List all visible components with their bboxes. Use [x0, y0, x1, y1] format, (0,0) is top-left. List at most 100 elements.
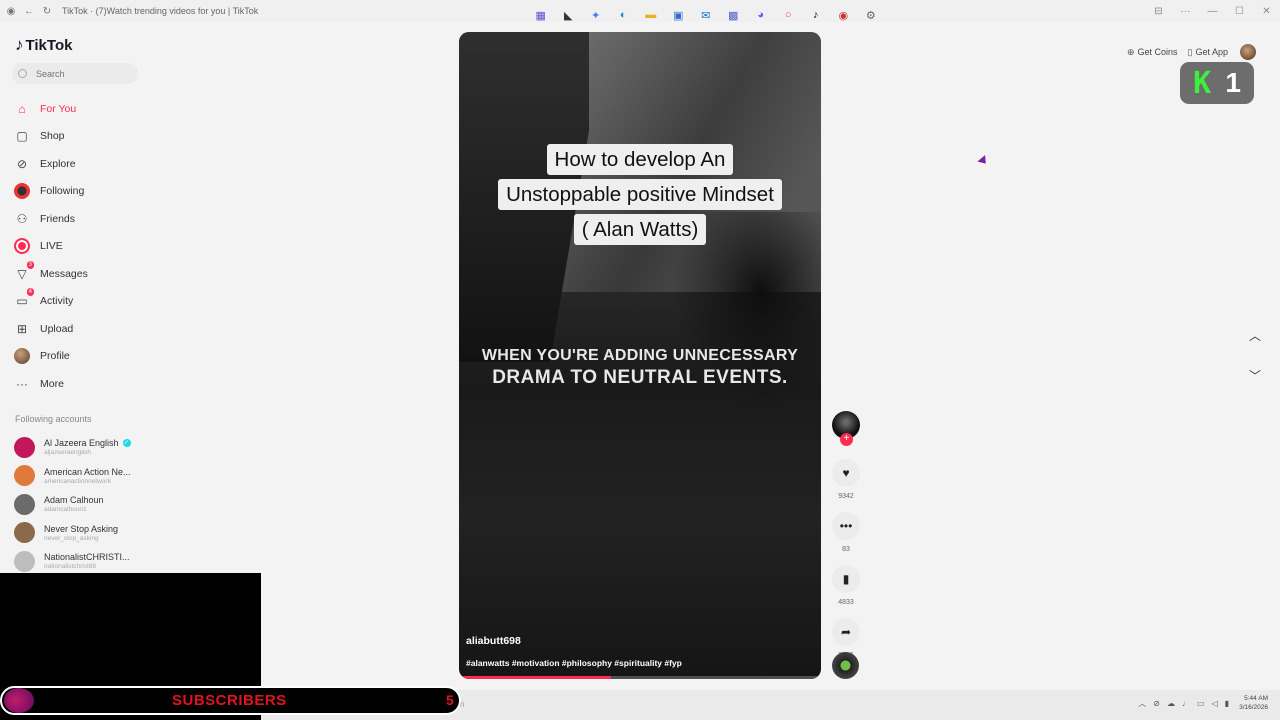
phone-icon: ▯ [1187, 46, 1193, 57]
get-app-button[interactable]: ▯ Get App [1188, 47, 1228, 58]
shop-bag-icon: ▢ [16, 129, 28, 144]
channel-logo-icon [4, 688, 34, 713]
account-item[interactable]: Never Stop Asking never_stop_asking [14, 519, 131, 548]
sidebar-item-messages[interactable]: ▽ 3 Messages [14, 260, 214, 288]
opera-icon[interactable]: ○ [775, 6, 803, 24]
next-video-chevron-down-icon[interactable]: ﹀ [1248, 369, 1262, 383]
account-handle: aljazeeraenglish [44, 449, 91, 457]
account-handle: americanactionnetwork [44, 477, 111, 485]
chrome-icon[interactable]: ◉ [830, 6, 858, 24]
search-input[interactable] [36, 68, 126, 79]
account-item[interactable]: NationalistCHRISTI... nationalistchrist8… [14, 547, 131, 576]
volume-icon[interactable]: ◁ [1212, 699, 1218, 708]
creator-avatar[interactable]: + [832, 411, 860, 446]
previous-video-chevron-up-icon[interactable]: ︿ [1248, 329, 1262, 343]
k-letter: K [1193, 65, 1212, 101]
account-avatar [14, 465, 35, 487]
account-avatar [14, 493, 35, 515]
get-coins-label: Get Coins [1137, 47, 1178, 57]
heart-icon[interactable]: ♥ [832, 459, 860, 487]
microphone-icon[interactable]: ♩ [1182, 699, 1190, 708]
following-avatar-icon [14, 183, 30, 200]
maximize-icon[interactable]: ☐ [1226, 6, 1253, 17]
sidebar-item-for-you[interactable]: ⌂ For You [14, 95, 214, 123]
get-app-label: Get App [1195, 47, 1228, 57]
bookmark-icon[interactable]: ▮ [832, 565, 860, 593]
copilot-icon[interactable]: ✦ [582, 6, 610, 24]
sidebar-item-explore[interactable]: ⊘ Explore [14, 150, 214, 178]
caption-line: DRAMA TO NEUTRAL EVENTS. [492, 367, 788, 388]
account-item[interactable]: American Action Ne... americanactionnetw… [14, 462, 131, 491]
browser-menu-icon[interactable]: ··· [1172, 6, 1199, 17]
tray-app-icon[interactable]: ⊘ [1153, 699, 1160, 708]
sidebar-item-label: Friends [40, 212, 76, 225]
browser-tab-title: TikTok · (7)Watch trending videos for yo… [62, 6, 259, 16]
following-accounts-heading: Following accounts [15, 414, 92, 424]
share-arrow-icon[interactable]: ➦ [832, 618, 860, 646]
mouse-cursor-icon [977, 155, 990, 167]
messages-icon: ▽ 3 [17, 260, 34, 281]
sidebar-item-shop[interactable]: ▢ Shop [14, 123, 214, 151]
music-disc-icon[interactable] [832, 652, 859, 679]
activity-badge: 4 [26, 288, 34, 297]
reload-icon[interactable]: ↻ [40, 4, 54, 18]
display-icon[interactable]: ▭ [1197, 699, 1205, 708]
chevron-up-icon[interactable]: ︿ [1138, 698, 1146, 709]
caption-line: WHEN YOU'RE ADDING UNNECESSARY [481, 347, 799, 364]
settings-gear-icon[interactable]: ⚙ [857, 6, 885, 24]
sidebar-item-profile[interactable]: Profile [14, 343, 214, 371]
account-item[interactable]: Adam Calhoun adamcalhoun1 [14, 490, 131, 519]
battery-icon[interactable]: ▮ [1225, 699, 1229, 708]
app-install-icon[interactable]: ⊟ [1145, 6, 1172, 17]
taskbar-clock[interactable]: 5:44 AM 3/16/2026 [1239, 694, 1268, 712]
discord-icon[interactable]: ◕ [747, 6, 775, 24]
task-view-icon[interactable]: ▦ [527, 6, 555, 24]
activity-icon: ▭ 4 [16, 288, 34, 309]
file-explorer-icon[interactable]: ▬ [637, 6, 665, 24]
sidebar-item-live[interactable]: LIVE [14, 233, 214, 261]
search-icon [18, 69, 27, 78]
close-icon[interactable]: ✕ [1253, 6, 1280, 17]
upload-icon: ⊞ [16, 321, 28, 336]
save-action: ▮ 4833 [832, 565, 860, 606]
follow-plus-icon[interactable]: + [840, 433, 853, 446]
sidebar-item-activity[interactable]: ▭ 4 Activity [14, 288, 214, 316]
search-box[interactable] [12, 63, 138, 84]
sidebar-item-label: Profile [40, 350, 70, 363]
onedrive-icon[interactable]: ☁ [1167, 699, 1175, 708]
sidebar-nav: ⌂ For You ▢ Shop ⊘ Explore Following ⚇ F… [14, 95, 214, 398]
sidebar-item-friends[interactable]: ⚇ Friends [14, 205, 214, 233]
video-player[interactable]: How to develop An Unstoppable positive M… [459, 32, 821, 679]
user-avatar[interactable] [1240, 44, 1256, 60]
video-title-line: ( Alan Watts) [573, 214, 707, 245]
browser-app-icon: ◉ [6, 5, 16, 17]
k-overlay-badge: K 1 [1180, 62, 1254, 104]
account-avatar [14, 522, 35, 544]
sidebar-item-more[interactable]: ··· More [14, 370, 214, 398]
back-arrow-icon[interactable]: ← [22, 4, 36, 18]
video-title-line: How to develop An [546, 144, 734, 175]
subscribers-label: SUBSCRIBERS [172, 692, 287, 709]
store-icon[interactable]: ▣ [665, 6, 693, 24]
tiktok-note-icon: ♪ [15, 35, 24, 54]
account-name: American Action Ne... [44, 466, 131, 477]
video-author-username[interactable]: aliabutt698 [466, 635, 521, 647]
compass-icon: ⊘ [16, 156, 28, 171]
system-tray: ︿ ⊘ ☁ ♩ ▭ ◁ ▮ 5:44 AM 3/16/2026 [1131, 694, 1268, 712]
minimize-icon[interactable]: — [1199, 6, 1226, 17]
teams-icon[interactable]: ▩ [720, 6, 748, 24]
outlook-icon[interactable]: ✉ [692, 6, 720, 24]
comment-icon[interactable]: ••• [832, 512, 860, 540]
account-item[interactable]: Al Jazeera English ✓ aljazeeraenglish [14, 433, 131, 462]
video-progress-fill [459, 676, 612, 679]
video-hashtags[interactable]: #alanwatts #motivation #philosophy #spir… [466, 658, 682, 668]
sidebar-item-upload[interactable]: ⊞ Upload [14, 315, 214, 343]
home-icon: ⌂ [18, 101, 26, 116]
tiktok-app-icon[interactable]: ♪ [802, 6, 830, 24]
sidebar-item-following[interactable]: Following [14, 178, 214, 206]
desktop-icon[interactable]: ◣ [555, 6, 583, 24]
edge-icon[interactable]: ◐ [610, 6, 638, 24]
video-progress-bar[interactable] [459, 676, 821, 679]
get-coins-button[interactable]: ⊕ Get Coins [1127, 47, 1178, 58]
tiktok-logo[interactable]: ♪ TikTok [15, 35, 72, 55]
